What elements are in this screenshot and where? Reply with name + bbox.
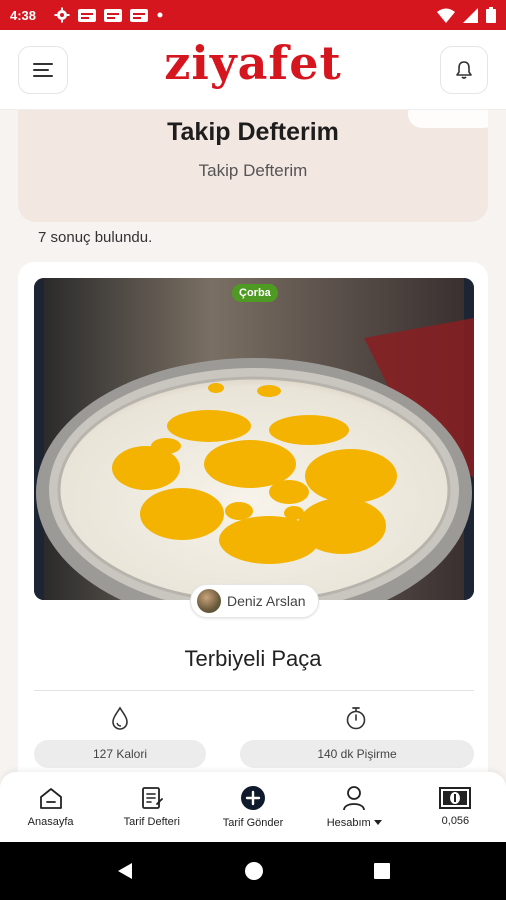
category-badge[interactable]: Çorba xyxy=(232,284,278,302)
nav-submit-recipe[interactable]: Tarif Gönder xyxy=(202,772,303,842)
decorative-cloud xyxy=(408,110,488,128)
notifications-button[interactable] xyxy=(440,46,488,94)
app-logo[interactable]: ziyafet xyxy=(0,36,506,90)
nav-balance[interactable]: 0,056 xyxy=(405,772,506,842)
author-chip[interactable]: Deniz Arslan xyxy=(190,584,319,618)
divider xyxy=(34,690,474,691)
plus-circle-icon xyxy=(241,786,265,810)
home-icon xyxy=(39,788,62,809)
nav-account[interactable]: Hesabım xyxy=(304,772,405,842)
signal-icon xyxy=(463,7,478,23)
bell-icon xyxy=(456,61,472,79)
wifi-icon xyxy=(437,8,455,23)
recipe-card[interactable]: Çorba Deniz Arslan Terbiyeli Paça 127 Ka… xyxy=(18,262,488,822)
nav-account-label: Hesabım xyxy=(326,817,371,829)
settings-gear-icon xyxy=(54,7,70,23)
notification-card-icon xyxy=(104,8,123,22)
caret-down-icon xyxy=(373,820,382,825)
recents-square-icon[interactable] xyxy=(373,862,391,880)
author-avatar xyxy=(197,589,221,613)
battery-icon xyxy=(486,7,496,23)
author-name: Deniz Arslan xyxy=(227,593,306,609)
page-subtitle: Takip Defterim xyxy=(198,161,308,180)
stopwatch-icon xyxy=(346,707,366,730)
system-navigation-bar xyxy=(0,842,506,900)
notification-card-icon xyxy=(130,8,149,22)
water-drop-icon xyxy=(112,706,128,730)
dot-icon xyxy=(157,12,163,18)
notebook-icon xyxy=(141,787,163,809)
status-bar: 4:38 xyxy=(0,0,506,30)
bottom-navigation: Anasayfa Tarif Defteri Tarif Gönder Hesa… xyxy=(0,772,506,842)
app-header: ziyafet xyxy=(0,30,506,110)
recipe-title[interactable]: Terbiyeli Paça xyxy=(18,646,488,672)
nav-balance-label: 0,056 xyxy=(441,815,470,827)
nav-recipe-book-label: Tarif Defteri xyxy=(123,816,180,828)
status-time: 4:38 xyxy=(10,7,37,23)
cook-time-pill: 140 dk Pişirme xyxy=(240,740,474,768)
home-circle-icon[interactable] xyxy=(244,861,264,881)
calories-pill: 127 Kalori xyxy=(34,740,206,768)
back-icon[interactable] xyxy=(115,861,135,881)
nav-recipe-book[interactable]: Tarif Defteri xyxy=(101,772,202,842)
banknote-icon xyxy=(439,787,472,809)
nav-home[interactable]: Anasayfa xyxy=(0,772,101,842)
notification-card-icon xyxy=(78,8,97,22)
user-icon xyxy=(343,786,366,811)
page-hero: Takip Defterim Takip Defterim xyxy=(18,110,488,222)
result-count: 7 sonuç bulundu. xyxy=(38,229,153,246)
recipe-image[interactable] xyxy=(34,278,474,600)
nav-home-label: Anasayfa xyxy=(27,816,74,828)
nav-submit-recipe-label: Tarif Gönder xyxy=(222,817,284,829)
